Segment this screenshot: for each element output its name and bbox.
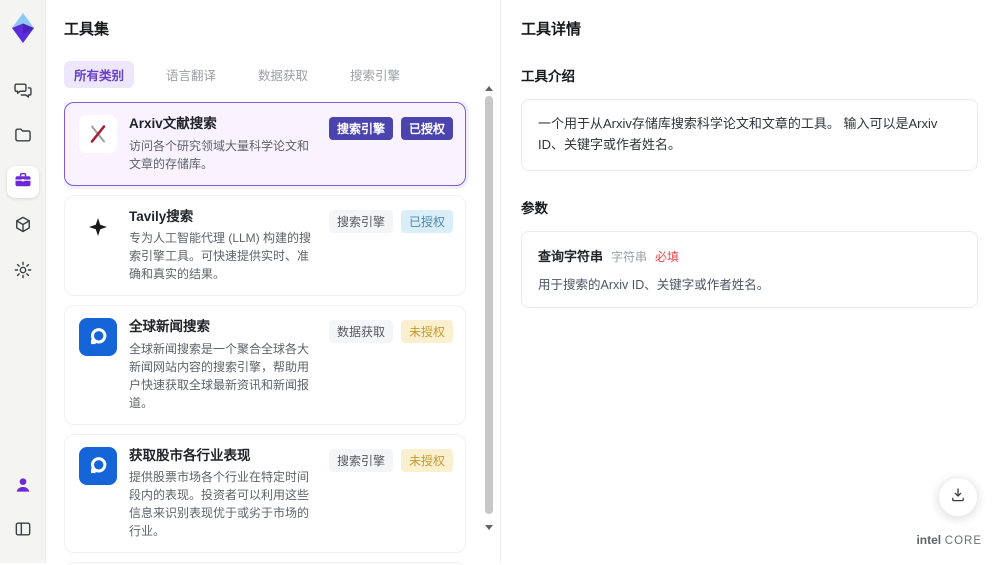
panel-toggle-icon [13, 519, 33, 544]
tool-description: 专为人工智能代理 (LLM) 构建的搜索引擎工具。可快速提供实时、准确和真实的结… [129, 231, 312, 282]
intro-box: 一个用于从Arxiv存储库搜索科学论文和文章的工具。 输入可以是Arxiv ID… [521, 99, 978, 171]
app-logo-icon[interactable] [7, 12, 39, 44]
param-name: 查询字符串 [538, 248, 604, 264]
cube-icon [13, 215, 33, 240]
briefcase-icon [13, 170, 33, 195]
category-tabs: 所有类别 语言翻译 数据获取 搜索引擎 [64, 61, 480, 88]
tool-card[interactable]: Tavily搜索专为人工智能代理 (LLM) 构建的搜索引擎工具。可快速提供实时… [64, 194, 466, 297]
tools-panel: 工具集 所有类别 语言翻译 数据获取 搜索引擎 Arxiv文献搜索 访问各个研究领域大量… [46, 0, 500, 565]
tool-card-body: 全球新闻搜索全球新闻搜索是一个聚合全球各大新闻网站内容的搜索引擎，帮助用户快速获… [129, 318, 317, 412]
user-icon [13, 475, 33, 500]
tool-name: 全球新闻搜索 [129, 319, 210, 335]
tab-category-1[interactable]: 语言翻译 [156, 61, 226, 88]
detail-panel-title: 工具详情 [521, 21, 582, 38]
sidebar-rail [0, 0, 46, 563]
tool-card-body: Arxiv文献搜索访问各个研究领域大量科学论文和文章的存储库。 [129, 115, 317, 173]
param-header: 查询字符串 字符串 必填 [538, 246, 961, 265]
app-window: 工具集 所有类别 语言翻译 数据获取 搜索引擎 Arxiv文献搜索 访问各个研究领域大量… [0, 0, 1000, 565]
status-badge: 未授权 [400, 448, 453, 472]
tool-description: 全球新闻搜索是一个聚合全球各大新闻网站内容的搜索引擎，帮助用户快速获取全球最新资… [129, 341, 310, 410]
tool-description: 访问各个研究领域大量科学论文和文章的存储库。 [129, 138, 310, 171]
tool-card[interactable]: 获取股市各行业表现提供股票市场各个行业在特定时间段内的表现。投资者可以利用这些信… [64, 433, 466, 554]
status-badge: 已授权 [400, 117, 453, 140]
sidebar-item-collapse[interactable] [7, 515, 39, 547]
intro-section-title: 工具介绍 [521, 69, 575, 84]
tool-tags: 搜索引擎 已授权 [328, 209, 453, 233]
arxiv-logo-icon [79, 115, 117, 153]
tool-card[interactable]: Arxiv文献搜索访问各个研究领域大量科学论文和文章的存储库。 搜索引擎 已授权 [64, 102, 466, 186]
param-type: 字符串 [611, 249, 648, 264]
param-description: 用于搜索的Arxiv ID、关键字或作者姓名。 [538, 277, 770, 292]
tool-name: Arxiv文献搜索 [129, 116, 217, 131]
tool-card[interactable]: 全球新闻搜索全球新闻搜索是一个聚合全球各大新闻网站内容的搜索引擎，帮助用户快速获… [64, 305, 466, 425]
intro-text: 一个用于从Arxiv存储库搜索科学论文和文章的工具。 输入可以是Arxiv ID… [538, 116, 938, 152]
intel-core-logo: intel core [916, 533, 982, 547]
tab-category-3[interactable]: 搜索引擎 [340, 61, 410, 88]
scrollbar-thumb[interactable] [485, 96, 493, 514]
chat-icon [13, 80, 33, 105]
sidebar-item-account[interactable] [7, 471, 39, 503]
sidebar-item-folder[interactable] [7, 121, 39, 153]
folder-icon [13, 125, 33, 150]
status-badge: 未授权 [400, 320, 453, 344]
tool-card-body: 获取股市各行业表现提供股票市场各个行业在特定时间段内的表现。投资者可以利用这些信… [129, 447, 317, 541]
tool-description: 提供股票市场各个行业在特定时间段内的表现。投资者可以利用这些信息来识别表现优于或… [129, 470, 310, 539]
tool-card-body: Tavily搜索专为人工智能代理 (LLM) 构建的搜索引擎工具。可快速提供实时… [129, 208, 317, 284]
tool-detail-panel: 工具详情 工具介绍 一个用于从Arxiv存储库搜索科学论文和文章的工具。 输入可… [500, 0, 1000, 563]
download-icon [949, 486, 967, 509]
sidebar-item-package[interactable] [7, 211, 39, 243]
sidebar-item-settings[interactable] [7, 256, 39, 288]
sidebar-item-chat[interactable] [7, 76, 39, 108]
category-tag: 搜索引擎 [328, 117, 393, 140]
brand-prefix: intel [916, 533, 942, 547]
tool-list: Arxiv文献搜索 访问各个研究领域大量科学论文和文章的存储库。 搜索引擎 已授权 Ta… [64, 102, 480, 565]
tool-tags: 搜索引擎 已授权 [328, 117, 453, 140]
tool-name: 获取股市各行业表现 [129, 447, 251, 463]
category-tag: 搜索引擎 [328, 448, 393, 472]
param-list: 查询字符串 字符串 必填用于搜索的Arxiv ID、关键字或作者姓名。 [521, 230, 978, 308]
tavily-star-icon [79, 207, 117, 246]
search-globe-icon [79, 446, 117, 485]
status-badge: 已授权 [400, 209, 453, 233]
sidebar-item-tools[interactable] [6, 166, 39, 198]
tool-tags: 数据获取 未授权 [328, 320, 453, 344]
tool-tags: 搜索引擎 未授权 [328, 448, 453, 472]
category-tag: 搜索引擎 [328, 209, 393, 233]
params-section-title: 参数 [521, 200, 548, 216]
tab-category-0[interactable]: 所有类别 [64, 61, 135, 88]
scroll-down-arrow-icon[interactable] [485, 525, 493, 530]
param-box: 查询字符串 字符串 必填用于搜索的Arxiv ID、关键字或作者姓名。 [521, 230, 978, 308]
tool-name: Tavily搜索 [129, 208, 194, 224]
brand-suffix: core [944, 535, 982, 547]
tab-category-2[interactable]: 数据获取 [248, 61, 318, 88]
list-scrollbar[interactable] [484, 86, 494, 542]
scroll-up-arrow-icon[interactable] [485, 86, 493, 91]
search-globe-icon [79, 318, 117, 357]
gear-icon [13, 260, 33, 285]
tools-panel-title: 工具集 [64, 21, 110, 38]
category-tag: 数据获取 [328, 320, 393, 344]
download-button[interactable] [938, 477, 978, 517]
param-required-badge: 必填 [655, 249, 680, 264]
